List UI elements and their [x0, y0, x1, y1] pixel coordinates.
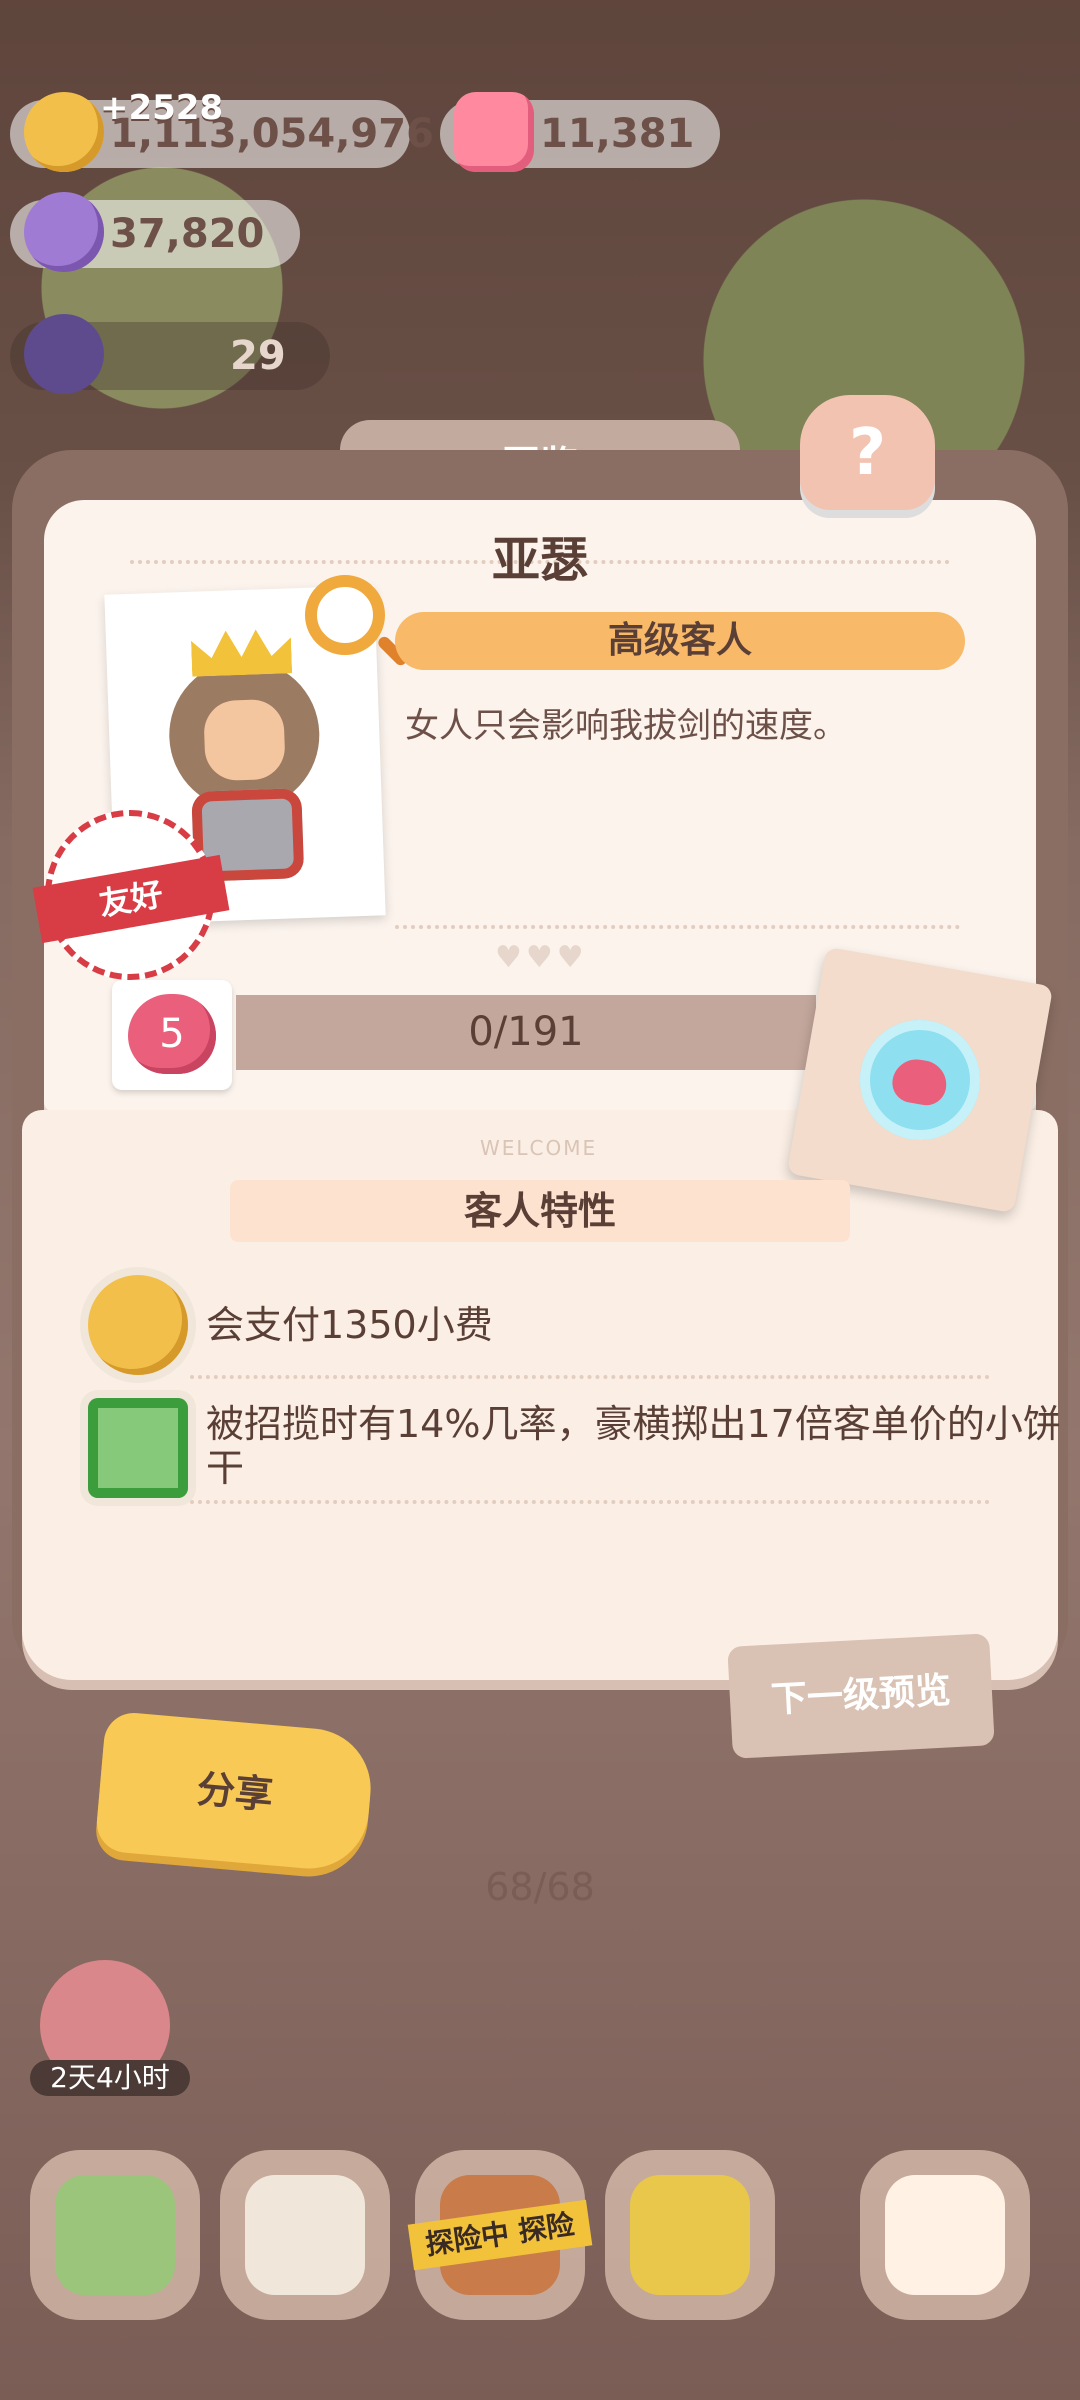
crown-icon [191, 628, 293, 676]
nav-shop-button[interactable] [605, 2150, 775, 2320]
shop-bag-icon [630, 2175, 750, 2295]
friendly-stamp: 友好 [32, 810, 230, 980]
level-card: 5 [112, 980, 232, 1090]
event-timer: 2天4小时 [30, 2060, 190, 2096]
candy-counter[interactable]: 37,820 [10, 192, 300, 272]
cookie-gain-text: +2528 [100, 88, 224, 128]
jelly-counter[interactable]: 11,381 [440, 92, 720, 172]
trait-item: 被招揽时有14%几率，豪横掷出17倍客单价的小饼干 [88, 1398, 1061, 1508]
trait-text: 会支付1350小费 [206, 1303, 493, 1347]
hearts-decoration-icon: ♥♥♥ [495, 940, 588, 975]
level-heart-icon: 5 [128, 994, 216, 1074]
traits-title: 客人特性 [230, 1180, 850, 1242]
friendly-stamp-label: 友好 [32, 854, 230, 944]
cookie-badge-icon [88, 1275, 188, 1375]
house-icon [55, 2175, 175, 2295]
next-level-preview-button[interactable]: 下一级预览 [727, 1633, 995, 1759]
nav-house-button[interactable] [30, 2150, 200, 2320]
jelly-icon [454, 92, 534, 172]
affection-progress-bar: 0/191 [236, 995, 816, 1070]
cloud-counter[interactable]: 29 [10, 314, 330, 394]
guest-rank-banner: 高级客人 [395, 612, 965, 670]
dotted-divider [395, 925, 960, 929]
page-indicator: 68/68 [485, 1865, 595, 1909]
trait-text: 被招揽时有14%几率，豪横掷出17倍客单价的小饼干 [206, 1402, 1061, 1490]
bill-badge-icon [88, 1398, 188, 1498]
trait-item: 会支付1350小费 [88, 1275, 988, 1385]
question-icon: ? [848, 415, 887, 490]
guest-name: 亚瑟 [491, 532, 588, 588]
character-icon [885, 2175, 1005, 2295]
love-potion-card[interactable] [786, 946, 1054, 1214]
candy-amount: 37,820 [110, 211, 265, 257]
king-face [203, 698, 286, 782]
album-icon [245, 2175, 365, 2295]
magnifier-icon[interactable] [305, 575, 385, 655]
nav-character-button[interactable] [860, 2150, 1030, 2320]
nav-album-button[interactable] [220, 2150, 390, 2320]
guest-quote: 女人只会影响我拔剑的速度。 [405, 706, 847, 746]
help-button[interactable]: ? [800, 395, 935, 510]
share-button[interactable]: 分享 [94, 1710, 376, 1874]
cloud-icon [24, 314, 104, 394]
candy-icon [24, 192, 104, 272]
welcome-label: WELCOME [480, 1136, 598, 1160]
cookie-icon [24, 92, 104, 172]
cloud-amount: 29 [230, 333, 286, 379]
jelly-amount: 11,381 [540, 111, 695, 157]
